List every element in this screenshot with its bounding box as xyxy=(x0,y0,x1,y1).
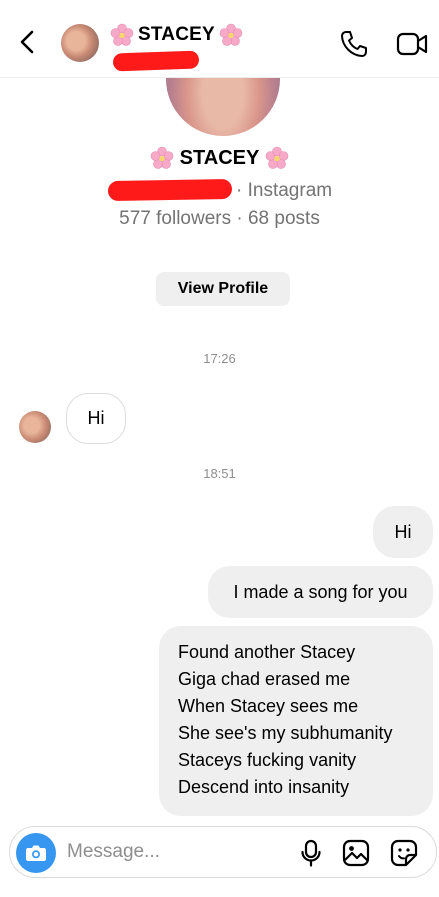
profile-stats: 577 followers · 68 posts xyxy=(119,208,320,229)
chat-title-text: STACEY xyxy=(138,24,215,45)
cherry-blossom-emoji-icon xyxy=(110,23,134,46)
sticker-icon[interactable] xyxy=(390,839,418,867)
camera-button[interactable] xyxy=(16,833,56,873)
chat-title[interactable]: STACEY xyxy=(110,23,243,47)
cherry-blossom-emoji-icon xyxy=(150,146,173,169)
microphone-icon[interactable] xyxy=(300,839,322,867)
phone-icon[interactable] xyxy=(339,29,369,59)
cherry-blossom-emoji-icon xyxy=(219,23,243,46)
view-profile-button[interactable]: View Profile xyxy=(156,272,290,306)
song-line: Found another Stacey xyxy=(178,642,356,662)
avatar[interactable] xyxy=(61,24,99,62)
gallery-icon[interactable] xyxy=(342,839,370,867)
song-line: Descend into insanity xyxy=(178,777,350,797)
song-line: She see's my subhumanity xyxy=(178,723,393,743)
timestamp: 18:51 xyxy=(203,466,236,481)
profile-name-text: STACEY xyxy=(179,146,260,169)
profile-name: STACEY xyxy=(0,146,439,170)
outgoing-message[interactable]: Hi xyxy=(373,506,433,558)
message-composer xyxy=(9,826,437,878)
outgoing-message-song[interactable]: Found another Stacey Giga chad erased me… xyxy=(159,626,433,816)
video-camera-icon[interactable] xyxy=(396,31,428,57)
sender-avatar[interactable] xyxy=(19,411,51,443)
timestamp: 17:26 xyxy=(203,351,236,366)
message-input[interactable] xyxy=(67,839,287,865)
outgoing-message[interactable]: I made a song for you xyxy=(208,566,433,618)
camera-icon xyxy=(26,845,46,861)
song-line: When Stacey sees me xyxy=(178,696,359,716)
redaction-mark xyxy=(107,178,233,202)
chat-header: STACEY xyxy=(0,0,439,78)
redaction-mark xyxy=(112,50,200,72)
profile-platform: · Instagram xyxy=(236,180,333,201)
cherry-blossom-emoji-icon xyxy=(266,146,289,169)
song-line: Staceys fucking vanity xyxy=(178,750,357,770)
chevron-left-icon[interactable] xyxy=(14,28,42,56)
song-line: Giga chad erased me xyxy=(178,669,351,689)
incoming-message[interactable]: Hi xyxy=(66,393,126,444)
